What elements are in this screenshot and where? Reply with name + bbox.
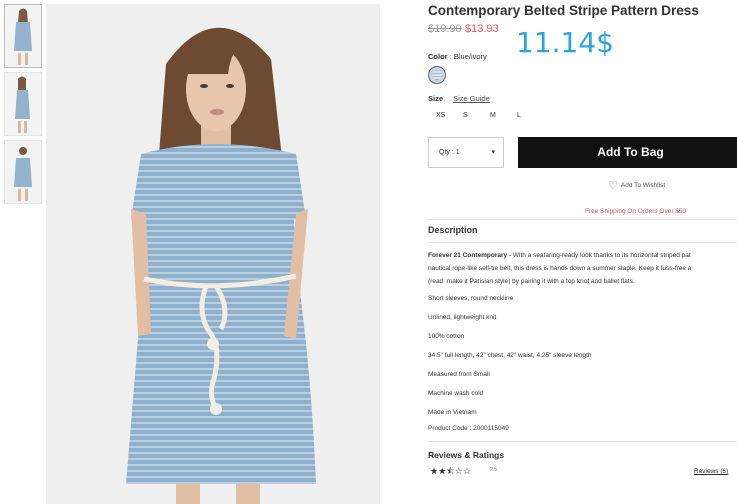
color-value: Blue/ivory	[453, 52, 487, 61]
size-label: Size	[428, 94, 444, 103]
description-lead: Forever 21 Contemporary - With a seafari…	[428, 252, 691, 259]
sale-price: $13.93	[465, 23, 499, 35]
description-item: Machine wash cold	[428, 390, 484, 397]
original-price: $19.90	[428, 23, 462, 35]
product-main-image	[46, 4, 380, 504]
star-rating-icon: ★★⯪☆☆	[430, 466, 471, 476]
size-option-xs[interactable]: XS	[436, 112, 463, 119]
chevron-down-icon: ▾	[491, 149, 495, 156]
description-item: Made in Vietnam	[428, 409, 477, 416]
description-item: Unlined, lightweight knit	[428, 314, 497, 321]
reviews-count-link[interactable]: Reviews (6)	[694, 468, 728, 475]
heart-icon: ♡	[608, 180, 618, 192]
free-shipping-notice[interactable]: Free Shipping On Orders Over $50	[585, 208, 686, 215]
description-item: 100% cotton	[428, 333, 465, 340]
add-to-wishlist-link[interactable]: ♡ Add To Wishlist	[608, 179, 665, 192]
overlay-price-annotation: 11.14$	[516, 26, 614, 59]
description-item: Measured from Small	[428, 371, 490, 378]
reviews-heading: Reviews & Ratings	[428, 450, 505, 460]
divider	[428, 242, 737, 243]
description-lead-line: (read: make it Parisian style) by pairin…	[428, 278, 635, 285]
size-guide-link[interactable]: Size Guide	[453, 94, 490, 103]
divider	[428, 441, 737, 442]
thumbnail-side[interactable]	[4, 72, 42, 136]
size-option-m[interactable]: M	[490, 112, 517, 119]
thumbnail-back[interactable]	[4, 140, 42, 204]
thumbnail-list	[4, 4, 42, 208]
size-options: XS S M L	[436, 112, 544, 119]
rating-value: 2.5	[490, 467, 497, 473]
description-item: Short sleeves, round neckline	[428, 295, 514, 302]
color-label-row: Color : Blue/ivory	[428, 52, 487, 61]
product-code: Product Code : 2000115049	[428, 425, 509, 432]
size-option-s[interactable]: S	[463, 112, 490, 119]
quantity-select[interactable]: Qty : 1 ▾	[428, 137, 504, 168]
description-item: 34.5" full length, 42" chest, 42" waist,…	[428, 352, 592, 359]
add-to-bag-button[interactable]: Add To Bag	[518, 137, 737, 168]
description-heading: Description	[428, 225, 478, 235]
thumbnail-front[interactable]	[4, 4, 42, 68]
product-info-panel: Contemporary Belted Stripe Pattern Dress…	[428, 0, 737, 504]
quantity-label: Qty : 1	[439, 149, 460, 156]
size-option-l[interactable]: L	[517, 112, 544, 119]
divider	[428, 219, 737, 220]
color-swatch-blue-ivory[interactable]	[428, 66, 446, 84]
color-label: Color	[428, 52, 448, 61]
description-lead-line: nautical rope-like self-tie belt, this d…	[428, 265, 692, 272]
size-label-row: Size Size Guide	[428, 94, 490, 103]
wishlist-label: Add To Wishlist	[620, 182, 666, 189]
product-title: Contemporary Belted Stripe Pattern Dress	[428, 3, 699, 18]
